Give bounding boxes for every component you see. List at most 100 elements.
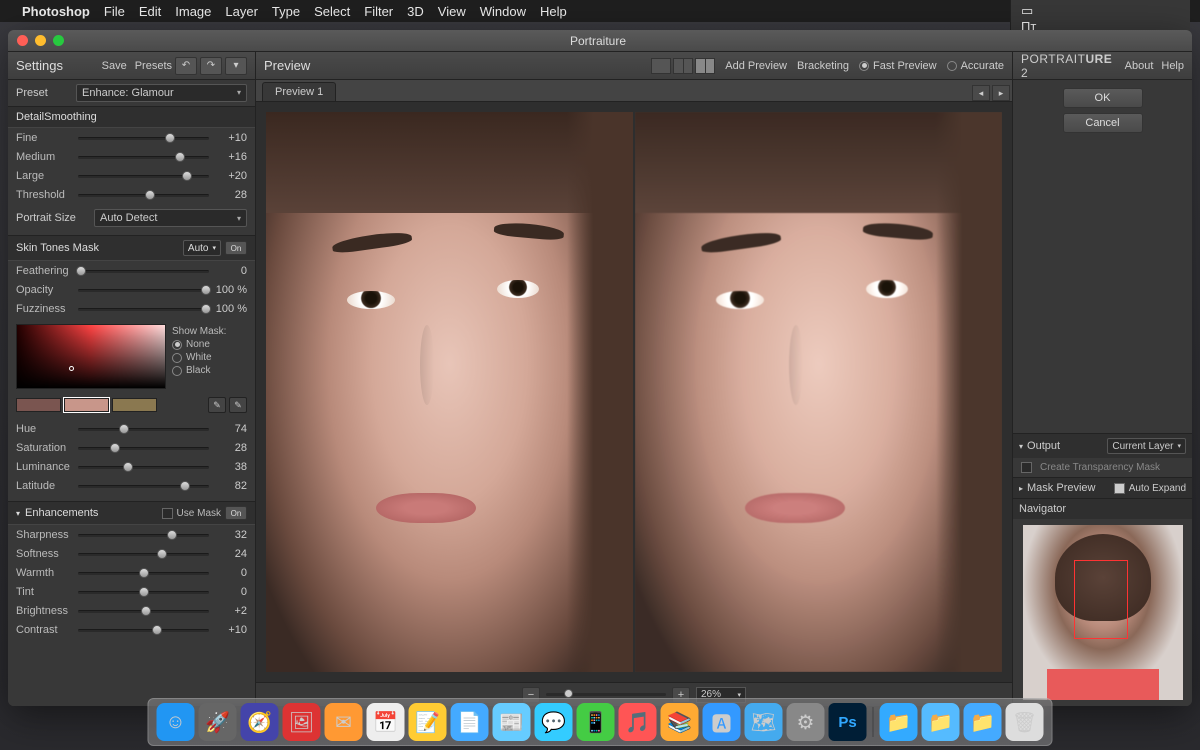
preview-before[interactable] <box>266 112 633 672</box>
output-collapse-icon[interactable]: ▾ <box>1019 442 1023 451</box>
menu-view[interactable]: View <box>438 4 466 19</box>
swatch-1[interactable] <box>16 398 61 412</box>
auto-expand-checkbox[interactable]: ✓ <box>1114 483 1125 494</box>
swatch-3[interactable] <box>112 398 157 412</box>
sharpness-slider[interactable] <box>78 528 209 542</box>
menu-chevron-icon[interactable]: ▾ <box>225 57 247 75</box>
dock-app-17[interactable]: 📁 <box>880 703 918 741</box>
bracketing-button[interactable]: Bracketing <box>797 60 849 72</box>
fine-slider[interactable] <box>78 131 209 145</box>
presets-button[interactable]: Presets <box>135 60 172 72</box>
mask-preview-title: Mask Preview <box>1027 482 1114 494</box>
menu-help[interactable]: Help <box>540 4 567 19</box>
about-link[interactable]: About <box>1125 60 1154 72</box>
mask-mode-dropdown[interactable]: Auto▾ <box>183 240 221 256</box>
dock-app-15[interactable]: ⚙ <box>787 703 825 741</box>
add-preview-button[interactable]: Add Preview <box>725 60 787 72</box>
navigator-viewport-rect[interactable] <box>1074 560 1128 639</box>
opacity-slider[interactable] <box>78 283 209 297</box>
zoom-slider[interactable] <box>546 693 666 696</box>
mask-black-radio[interactable] <box>172 366 182 376</box>
dock-app-7[interactable]: 📄 <box>451 703 489 741</box>
maximize-button[interactable] <box>53 35 64 46</box>
enh-on-toggle[interactable]: On <box>225 506 247 520</box>
portrait-size-dropdown[interactable]: Auto Detect▾ <box>94 209 247 227</box>
menu-select[interactable]: Select <box>314 4 350 19</box>
view-single-button[interactable] <box>651 58 671 74</box>
dock-app-5[interactable]: 📅 <box>367 703 405 741</box>
dock-app-11[interactable]: 🎵 <box>619 703 657 741</box>
dock-app-16[interactable]: Ps <box>829 703 867 741</box>
dock-app-18[interactable]: 📁 <box>922 703 960 741</box>
fast-preview-radio[interactable] <box>859 61 869 71</box>
dock-app-1[interactable]: 🚀 <box>199 703 237 741</box>
mask-on-toggle[interactable]: On <box>225 241 247 255</box>
dock-app-20[interactable]: 🗑 <box>1006 703 1044 741</box>
menu-window[interactable]: Window <box>480 4 526 19</box>
dock-app-4[interactable]: ✉ <box>325 703 363 741</box>
dock-app-6[interactable]: 📝 <box>409 703 447 741</box>
dock-app-12[interactable]: 📚 <box>661 703 699 741</box>
menu-image[interactable]: Image <box>175 4 211 19</box>
dock-app-8[interactable]: 📰 <box>493 703 531 741</box>
save-button[interactable]: Save <box>102 60 127 72</box>
output-dropdown[interactable]: Current Layer▾ <box>1107 438 1186 454</box>
preview-after[interactable] <box>635 112 1002 672</box>
warmth-slider[interactable] <box>78 566 209 580</box>
app-name[interactable]: Photoshop <box>22 4 90 19</box>
redo-icon[interactable]: ↷ <box>200 57 222 75</box>
view-split-v-button[interactable] <box>695 58 715 74</box>
navigator-thumbnail[interactable] <box>1023 525 1183 700</box>
saturation-slider[interactable] <box>78 441 209 455</box>
view-split-h-button[interactable] <box>673 58 693 74</box>
dock-app-3[interactable]: 🖼 <box>283 703 321 741</box>
eyedropper-minus-icon[interactable]: ✎ <box>229 397 247 413</box>
menu-3d[interactable]: 3D <box>407 4 424 19</box>
dock-app-2[interactable]: 🧭 <box>241 703 279 741</box>
preset-dropdown[interactable]: Enhance: Glamour▾ <box>76 84 247 102</box>
maskprev-collapse-icon[interactable]: ▸ <box>1019 484 1023 493</box>
contrast-slider[interactable] <box>78 623 209 637</box>
brightness-slider[interactable] <box>78 604 209 618</box>
tint-slider[interactable] <box>78 585 209 599</box>
mask-none-radio[interactable] <box>172 340 182 350</box>
accurate-radio[interactable] <box>947 61 957 71</box>
swatch-2[interactable] <box>64 398 109 412</box>
dock-app-13[interactable]: 🅰 <box>703 703 741 741</box>
menu-filter[interactable]: Filter <box>364 4 393 19</box>
dock-app-0[interactable]: ☺ <box>157 703 195 741</box>
latitude-slider[interactable] <box>78 479 209 493</box>
dock-app-19[interactable]: 📁 <box>964 703 1002 741</box>
skin-color-picker[interactable] <box>16 324 166 389</box>
close-button[interactable] <box>17 35 28 46</box>
eyedropper-icon[interactable]: ✎ <box>208 397 226 413</box>
luminance-slider[interactable] <box>78 460 209 474</box>
use-mask-checkbox[interactable] <box>162 508 173 519</box>
help-link[interactable]: Help <box>1161 60 1184 72</box>
dock-app-14[interactable]: 🗺 <box>745 703 783 741</box>
ok-button[interactable]: OK <box>1063 88 1143 108</box>
feathering-slider[interactable] <box>78 264 209 278</box>
menu-edit[interactable]: Edit <box>139 4 161 19</box>
menu-layer[interactable]: Layer <box>225 4 258 19</box>
transparency-mask-checkbox[interactable] <box>1021 462 1032 473</box>
mask-white-radio[interactable] <box>172 353 182 363</box>
undo-icon[interactable]: ↶ <box>175 57 197 75</box>
dock-app-10[interactable]: 📱 <box>577 703 615 741</box>
cancel-button[interactable]: Cancel <box>1063 113 1143 133</box>
dock-app-9[interactable]: 💬 <box>535 703 573 741</box>
tab-prev-icon[interactable]: ◂ <box>972 85 990 101</box>
softness-slider[interactable] <box>78 547 209 561</box>
enh-collapse-icon[interactable]: ▾ <box>16 509 20 518</box>
preview-tab-1[interactable]: Preview 1 <box>262 82 336 101</box>
menubar-battery-icon[interactable]: ▭ <box>1021 3 1190 19</box>
tab-next-icon[interactable]: ▸ <box>992 85 1010 101</box>
fuzziness-slider[interactable] <box>78 302 209 316</box>
minimize-button[interactable] <box>35 35 46 46</box>
menu-file[interactable]: File <box>104 4 125 19</box>
large-slider[interactable] <box>78 169 209 183</box>
hue-slider[interactable] <box>78 422 209 436</box>
menu-type[interactable]: Type <box>272 4 300 19</box>
threshold-slider[interactable] <box>78 188 209 202</box>
medium-slider[interactable] <box>78 150 209 164</box>
